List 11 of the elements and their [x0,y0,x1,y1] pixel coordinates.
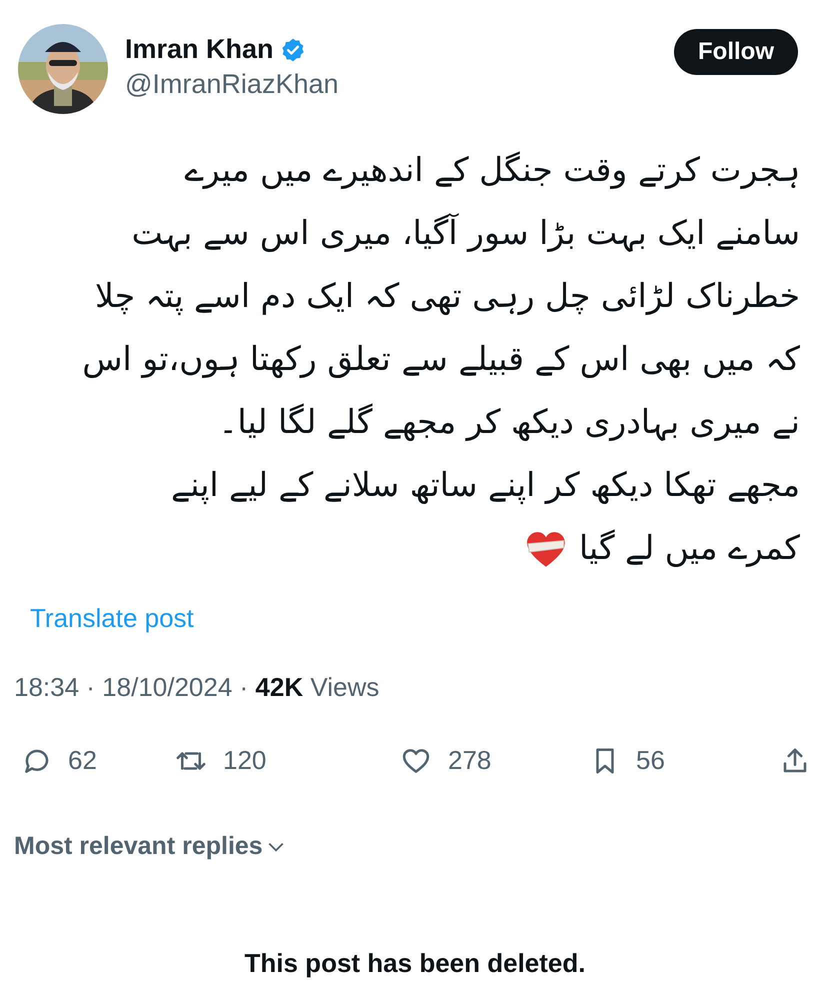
repost-button[interactable]: 120 [175,745,266,776]
bookmark-button[interactable]: 56 [590,745,665,776]
like-button[interactable]: 278 [400,745,492,776]
post-timestamp: 18:34 · 18/10/2024 · 42K Views [14,672,380,703]
replies-sort-dropdown[interactable]: Most relevant replies [14,832,285,861]
follow-button[interactable]: Follow [674,29,798,75]
display-name[interactable]: Imran Khan [125,34,274,65]
username[interactable]: @ImranRiazKhan [125,69,674,100]
deleted-post-notice: This post has been deleted. [244,948,586,979]
reply-button[interactable]: 62 [22,745,97,776]
post-text: ہجرت کرتے وقت جنگل کے اندھیرے میں میرے سامنے ایک بہت بڑا سور آگیا، میری اس سے بہت خطرناک لڑائی چل رہی تھی کہ ایک دم اسے پتہ چلا کہ میں بھی اس کے قبیلے سے تعلق رکھتا ہوں،تو اس نے میری بہادری دیکھ کر مجھے گلے لگا لیا۔ مجھے تھکا دیکھ کر اپنے ساتھ سلانے کے لیے اپنے کمرے میں لے گیا [81,149,800,571]
